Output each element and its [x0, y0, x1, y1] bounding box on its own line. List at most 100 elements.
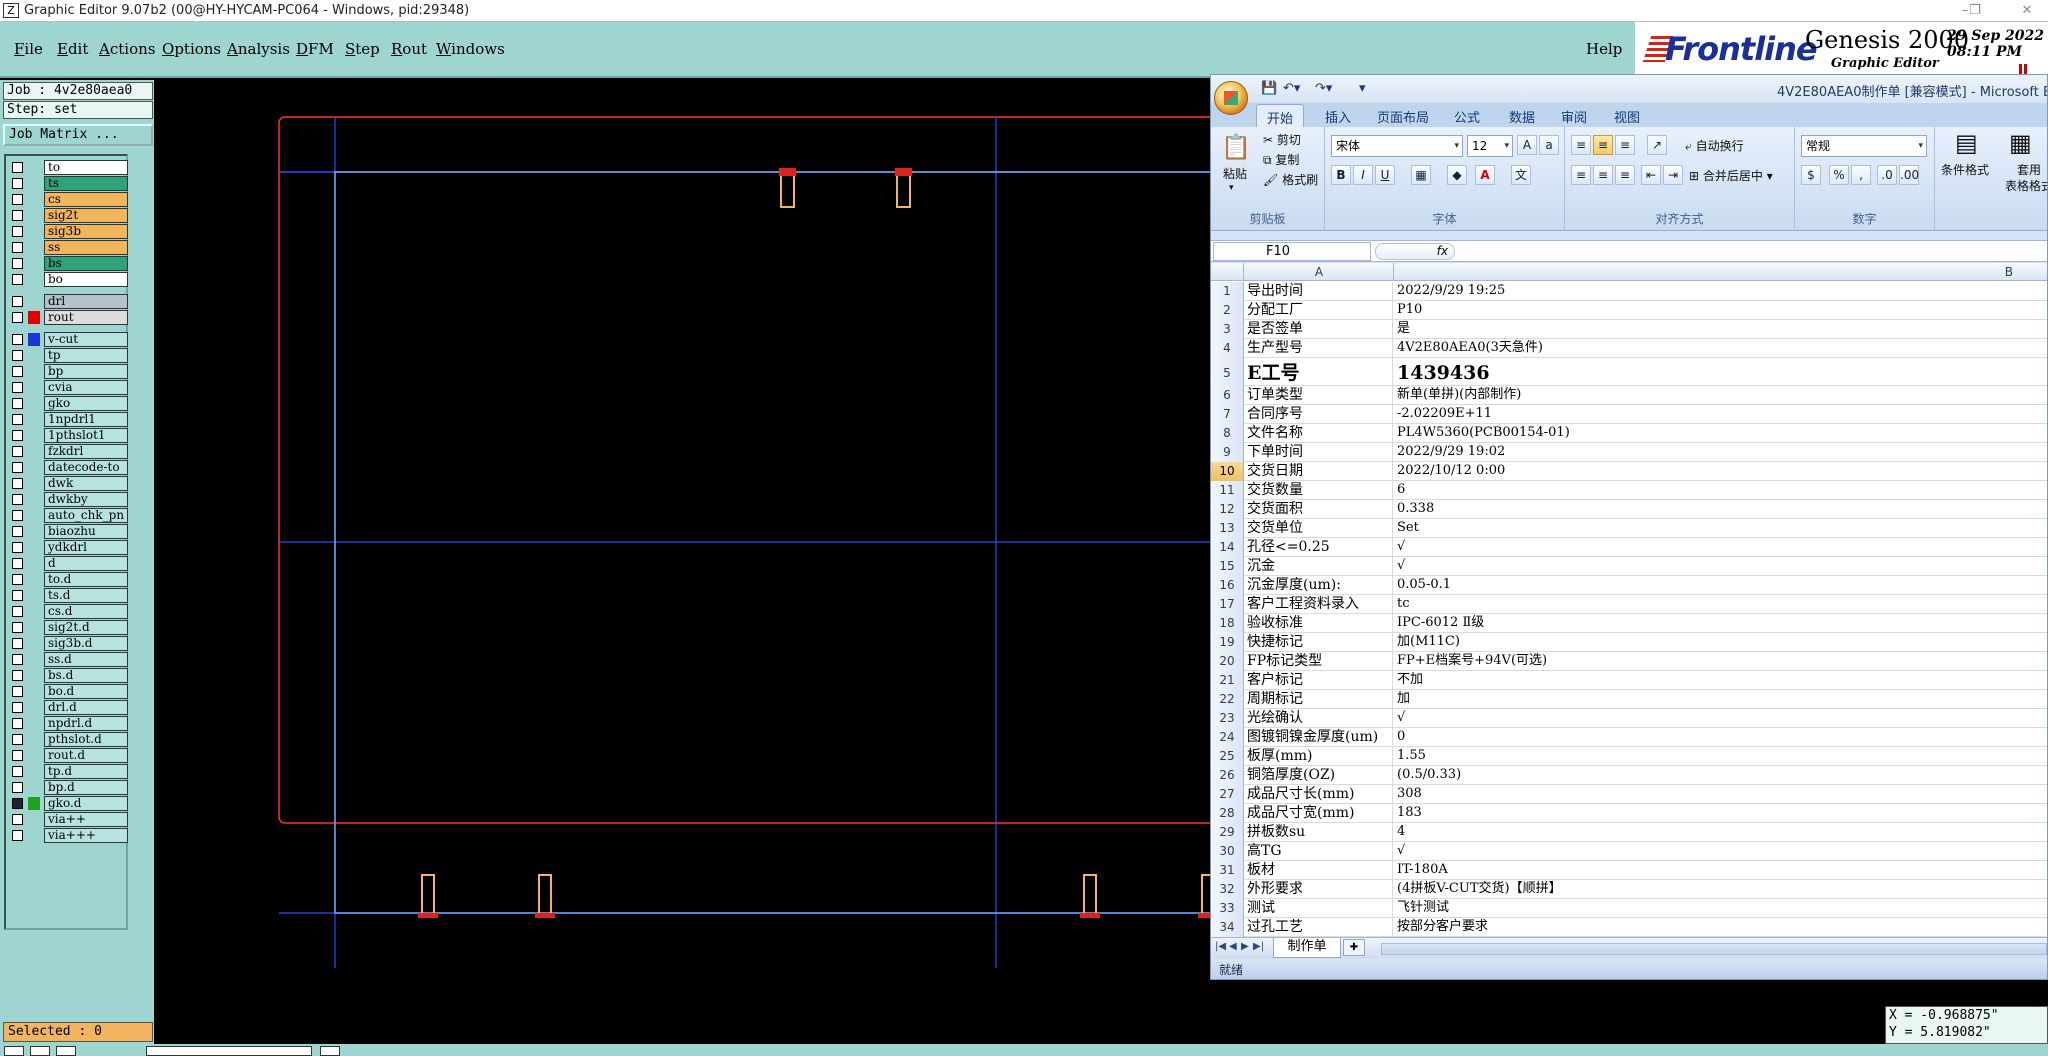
align-center-icon[interactable]: ≡ [1593, 165, 1613, 185]
cell-value[interactable]: 不加 [1394, 671, 2044, 690]
row-header[interactable]: 25 [1211, 747, 1244, 766]
command-input[interactable] [146, 1046, 312, 1056]
cell-label[interactable]: 客户标记 [1245, 671, 1393, 690]
toolbar-button[interactable] [4, 1046, 24, 1056]
cell-label[interactable]: 孔径<=0.25 [1245, 538, 1393, 557]
layer-color-swatch[interactable] [28, 781, 40, 794]
layer-color-swatch[interactable] [28, 477, 40, 490]
row-header[interactable]: 27 [1211, 785, 1244, 804]
horizontal-scrollbar[interactable] [1381, 943, 2047, 955]
layer-row[interactable]: drl.d [8, 700, 128, 715]
layer-name[interactable]: ts.d [44, 588, 128, 603]
menu-windows[interactable]: Windows [436, 40, 505, 58]
format-as-table-icon[interactable]: ▦ [2009, 129, 2032, 157]
cell-label[interactable]: 沉金厚度(um): [1245, 576, 1393, 595]
layer-checkbox[interactable] [12, 686, 23, 697]
layer-row[interactable]: drl [8, 294, 128, 309]
borders-icon[interactable]: ▦ [1411, 165, 1431, 185]
layer-row[interactable]: v-cut [8, 332, 128, 347]
row-header[interactable]: 32 [1211, 880, 1244, 899]
cell-value[interactable]: √ [1394, 538, 2044, 557]
cell-label[interactable]: 成品尺寸宽(mm) [1245, 804, 1393, 823]
layer-checkbox[interactable] [12, 478, 23, 489]
row-header[interactable]: 5 [1211, 358, 1244, 386]
cell-value[interactable]: 加(M11C) [1394, 633, 2044, 652]
row-header[interactable]: 30 [1211, 842, 1244, 861]
layer-name[interactable]: ss [44, 240, 128, 255]
cell-value[interactable]: 2022/9/29 19:02 [1394, 443, 2044, 462]
layer-name[interactable]: dwk [44, 476, 128, 491]
layer-checkbox[interactable] [12, 542, 23, 553]
layer-row[interactable]: to [8, 160, 128, 175]
currency-icon[interactable]: $ [1801, 165, 1821, 185]
layer-color-swatch[interactable] [28, 637, 40, 650]
layer-checkbox[interactable] [12, 510, 23, 521]
italic-button[interactable]: I [1353, 165, 1373, 185]
layer-row[interactable]: cs [8, 192, 128, 207]
layer-name[interactable]: auto_chk_pn [44, 508, 128, 523]
layer-row[interactable]: to.d [8, 572, 128, 587]
row-header[interactable]: 16 [1211, 576, 1244, 595]
cell-label[interactable]: 拼板数su [1245, 823, 1393, 842]
layer-row[interactable]: d [8, 556, 128, 571]
layer-checkbox[interactable] [12, 414, 23, 425]
cell-value[interactable]: √ [1394, 842, 2044, 861]
number-format-select[interactable]: 常规 ▾ [1801, 135, 1927, 157]
menu-dfm[interactable]: DFM [296, 40, 334, 58]
row-header[interactable]: 3 [1211, 320, 1244, 339]
layer-row[interactable]: biaozhu [8, 524, 128, 539]
row-header[interactable]: 4 [1211, 339, 1244, 358]
cell-label[interactable]: 文件名称 [1245, 424, 1393, 443]
cell-value[interactable]: 加 [1394, 690, 2044, 709]
layer-color-swatch[interactable] [28, 209, 40, 222]
layer-checkbox[interactable] [12, 274, 23, 285]
copy-button[interactable]: ⧉ 复制 [1263, 151, 1299, 168]
layer-row[interactable]: ss [8, 240, 128, 255]
row-header[interactable]: 20 [1211, 652, 1244, 671]
row-header[interactable]: 18 [1211, 614, 1244, 633]
layer-name[interactable]: rout [44, 310, 128, 325]
row-header[interactable]: 11 [1211, 481, 1244, 500]
cell-value[interactable]: 按部分客户要求 [1394, 918, 2044, 937]
layer-color-swatch[interactable] [28, 493, 40, 506]
tab-view[interactable]: 视图 [1614, 107, 1640, 126]
menu-help[interactable]: Help [1586, 40, 1622, 58]
layer-color-swatch[interactable] [28, 733, 40, 746]
layer-name[interactable]: cs.d [44, 604, 128, 619]
cell-value[interactable]: IT-180A [1394, 861, 2044, 880]
cell-label[interactable]: 高TG [1245, 842, 1393, 861]
row-header[interactable]: 1 [1211, 282, 1244, 301]
tab-review[interactable]: 审阅 [1561, 107, 1587, 126]
layer-checkbox[interactable] [12, 750, 23, 761]
menu-analysis[interactable]: Analysis [227, 40, 290, 58]
layer-row[interactable]: sig3b.d [8, 636, 128, 651]
layer-name[interactable]: v-cut [44, 332, 128, 347]
layer-name[interactable]: fzkdrl [44, 444, 128, 459]
row-header[interactable]: 22 [1211, 690, 1244, 709]
layer-name[interactable]: bp [44, 364, 128, 379]
layer-name[interactable]: via++ [44, 812, 128, 827]
layer-name[interactable]: 1npdrl1 [44, 412, 128, 427]
layer-name[interactable]: bo.d [44, 684, 128, 699]
layer-checkbox[interactable] [12, 638, 23, 649]
close-icon[interactable]: ✕ [2012, 2, 2042, 20]
paste-button[interactable]: 粘贴 [1223, 165, 1247, 182]
cell-value[interactable]: FP+E档案号+94V(可选) [1394, 652, 2044, 671]
font-name-select[interactable]: 宋体 ▾ [1331, 135, 1463, 157]
layer-name[interactable]: 1pthslot1 [44, 428, 128, 443]
cell-label[interactable]: 成品尺寸长(mm) [1245, 785, 1393, 804]
layer-row[interactable]: bo [8, 272, 128, 287]
row-header[interactable]: 13 [1211, 519, 1244, 538]
layer-checkbox[interactable] [12, 334, 23, 345]
cell-value[interactable]: 飞针测试 [1394, 899, 2044, 918]
layer-checkbox[interactable] [12, 590, 23, 601]
layer-name[interactable]: to [44, 160, 128, 175]
format-painter-button[interactable]: 🖌 格式刷 [1263, 171, 1318, 188]
layer-color-swatch[interactable] [28, 557, 40, 570]
layer-row[interactable]: rout [8, 310, 128, 325]
layer-checkbox[interactable] [12, 558, 23, 569]
cell-label[interactable]: 周期标记 [1245, 690, 1393, 709]
layer-row[interactable]: 1npdrl1 [8, 412, 128, 427]
next-sheet-icon[interactable]: ▶ [1241, 941, 1249, 952]
increase-indent-icon[interactable]: ⇥ [1663, 165, 1683, 185]
